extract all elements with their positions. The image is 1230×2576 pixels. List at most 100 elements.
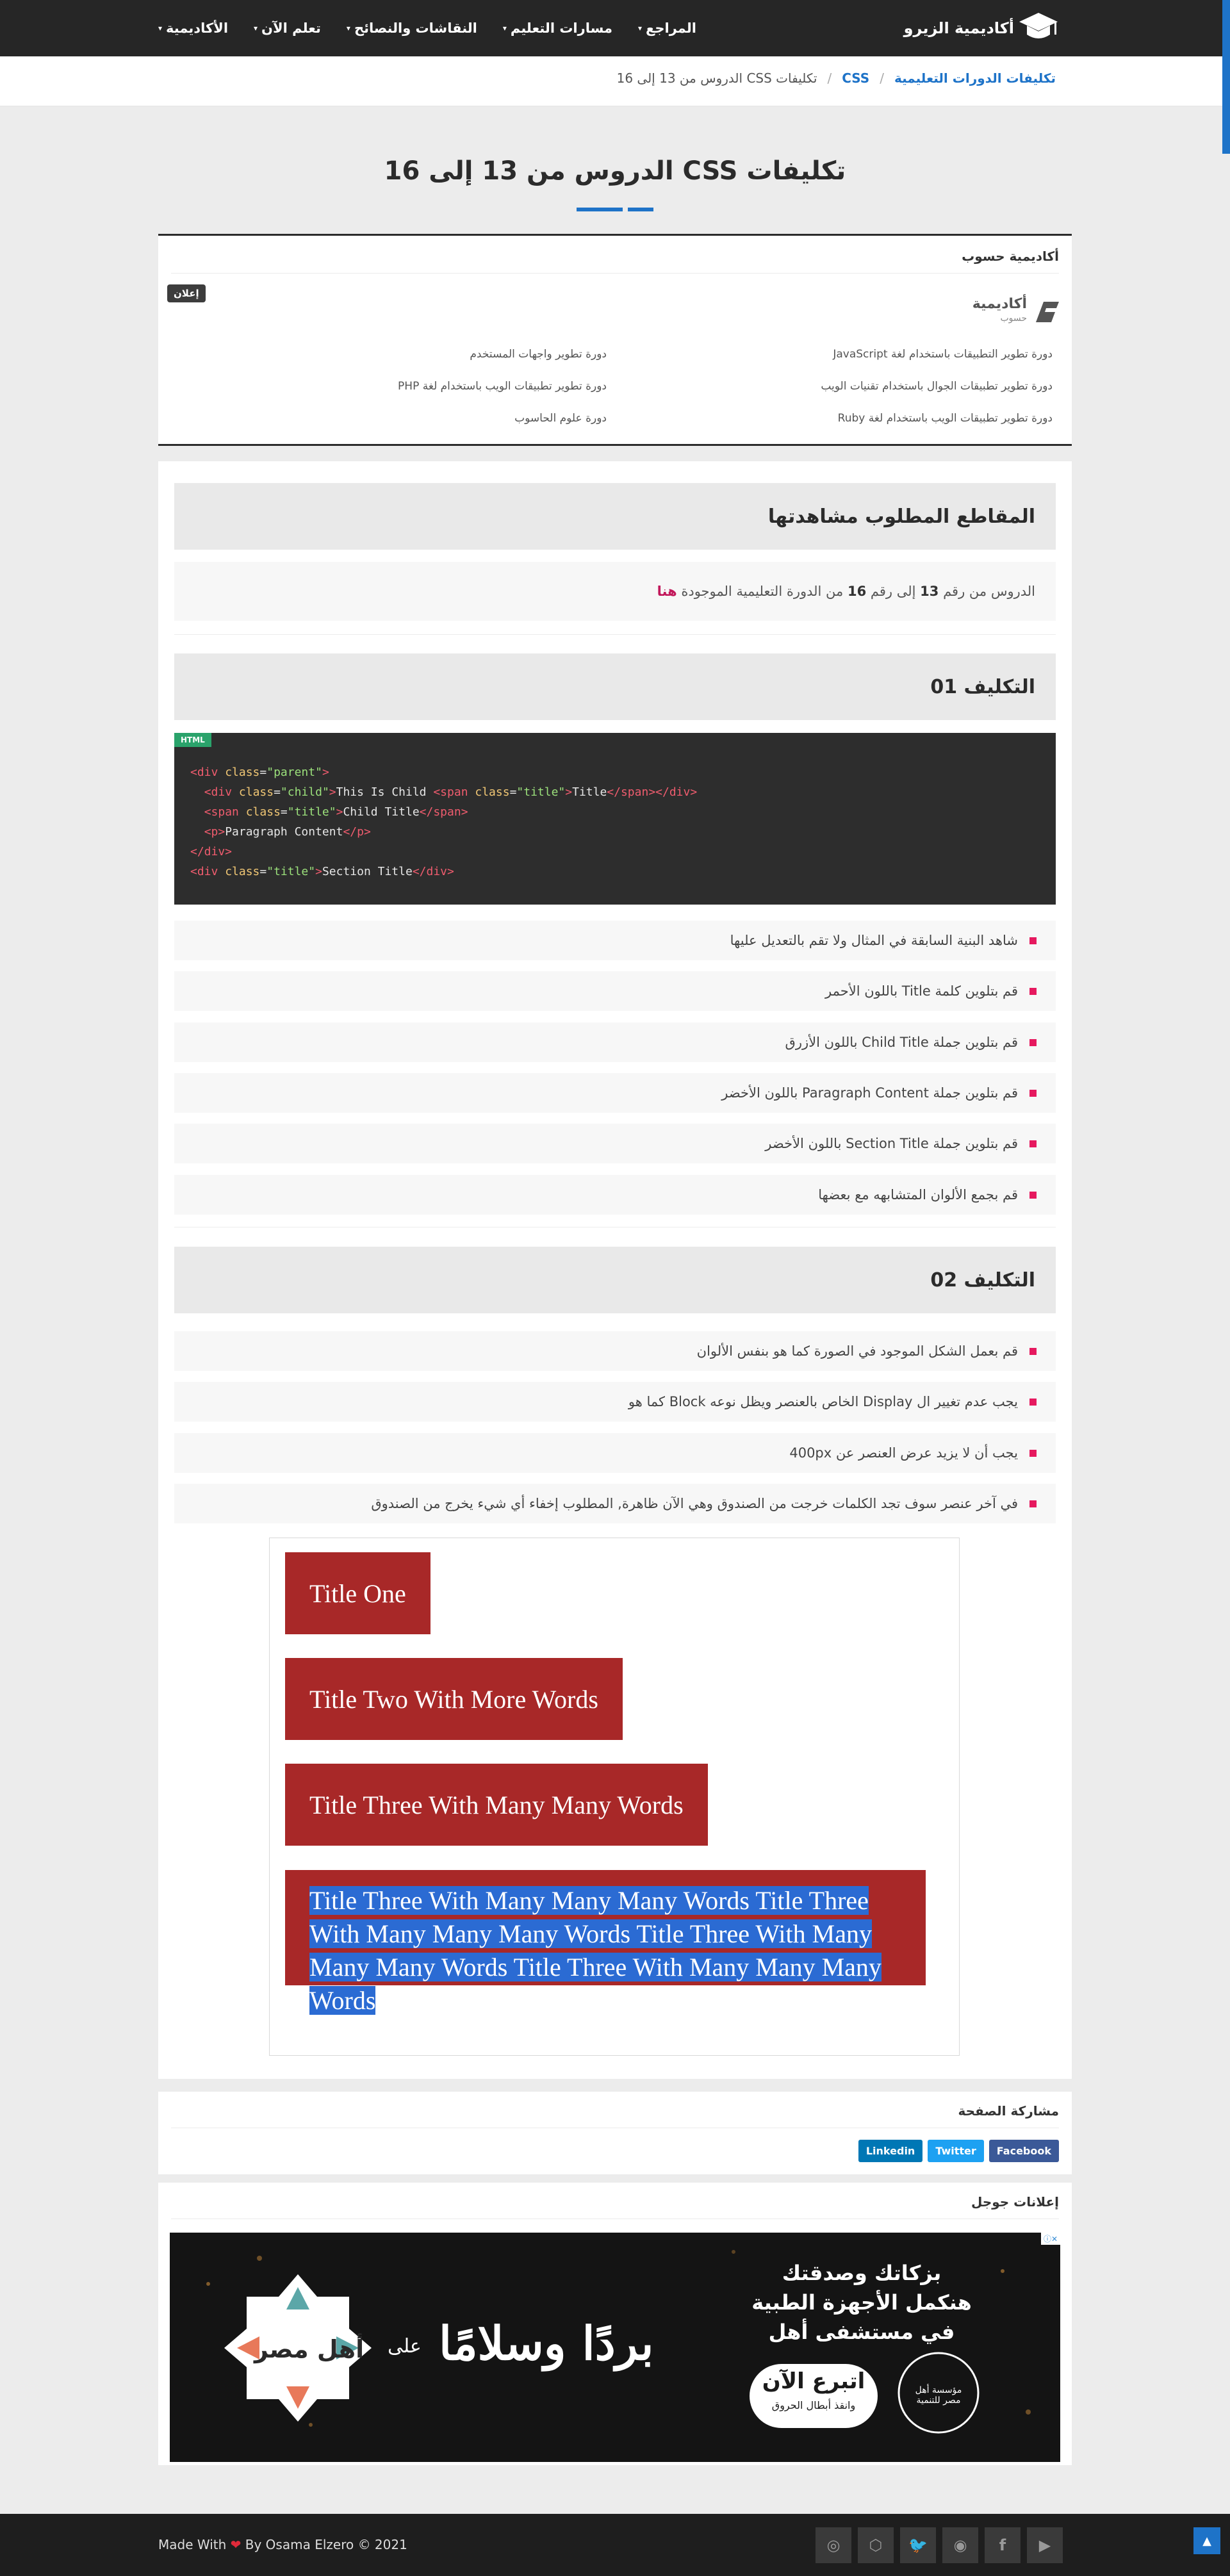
ad-course-link[interactable]: دورة تطوير تطبيقات الويب باستخدام لغة Ru…: [821, 402, 1053, 434]
breadcrumb-separator: /: [827, 70, 832, 86]
breadcrumb-current: تكليفات CSS الدروس من 13 إلى 16: [616, 70, 817, 86]
nav-item-academy[interactable]: الأكاديمية ▾: [158, 21, 228, 36]
site-logo[interactable]: أكاديمية الزيرو: [904, 9, 1059, 47]
divider: [171, 273, 1059, 274]
nav-item-learning-paths[interactable]: مسارات التعليم ▾: [503, 21, 612, 36]
example-title-two: Title Two With More Words: [285, 1658, 623, 1740]
assignment-content: المقاطع المطلوب مشاهدتها الدروس من رقم 1…: [158, 461, 1072, 2079]
task-item: قم بتلوين جملة Paragraph Content باللون …: [174, 1073, 1056, 1113]
task-item: شاهد البنية السابقة في المثال ولا تقم با…: [174, 921, 1056, 960]
social-links: ◎ ⬡ 🐦 ◉ f ▶: [816, 2527, 1063, 2563]
banner-cta-sub: وانقذ أبطال الحروق: [771, 2399, 856, 2411]
share-linkedin-button[interactable]: Linkedin: [858, 2140, 923, 2162]
ad-card-heading: أكاديمية حسوب: [962, 249, 1059, 264]
task-item: قم بعمل الشكل الموجود في الصورة كما هو ب…: [174, 1331, 1056, 1371]
chevron-down-icon: ▾: [502, 24, 507, 33]
banner-on: على: [388, 2335, 422, 2358]
ad-badge: إعلان: [167, 284, 206, 302]
task-item: يجب عدم تغيير ال Display الخاص بالعنصر و…: [174, 1382, 1056, 1422]
ad-course-link[interactable]: دورة تطوير تطبيقات الجوال باستخدام تقنيا…: [821, 370, 1053, 402]
facebook-icon[interactable]: f: [985, 2527, 1021, 2563]
course-link[interactable]: هنا: [657, 584, 677, 599]
ad-links-right: دورة تطوير التطبيقات باستخدام لغة JavaSc…: [821, 338, 1053, 434]
banner-headline: بزكاتك وصدقتك هنكمل الأجهزة الطبية في مس…: [751, 2261, 972, 2344]
ad-course-link[interactable]: دورة تطوير واجهات المستخدم: [398, 338, 607, 370]
bullet-square-icon: [1029, 1191, 1037, 1199]
instagram-icon[interactable]: ◎: [816, 2527, 851, 2563]
hasoub-academy-logo[interactable]: أكاديمية حسوب: [972, 297, 1063, 325]
twitter-icon[interactable]: 🐦: [900, 2527, 936, 2563]
bullet-square-icon: [1029, 1140, 1037, 1147]
google-ads-heading: إعلانات جوجل: [971, 2194, 1059, 2210]
bullet-square-icon: [1029, 937, 1037, 944]
hasoub-logo-sub: حسوب: [1000, 313, 1027, 324]
chevron-down-icon: ▾: [346, 24, 350, 33]
bullet-square-icon: [1029, 987, 1037, 995]
banner-brand: أهل مصر: [254, 2335, 365, 2363]
footer-credits: Made With ❤ By Osama Elzero © 2021: [158, 2537, 407, 2552]
main-menu: الأكاديمية ▾ تعلم الآن ▾ النقاشات والنصائح…: [158, 0, 696, 56]
page-title: تكليفات CSS الدروس من 13 إلى 16: [384, 156, 846, 186]
bullet-square-icon: [1029, 1449, 1037, 1457]
academy-ad-card: أكاديمية حسوب إعلان أكاديمية حسوب دورة ت…: [158, 234, 1072, 446]
bullet-square-icon: [1029, 1347, 1037, 1355]
share-card: مشاركة الصفحة Facebook Twitter Linkedin: [158, 2092, 1072, 2174]
task-item: يجب أن لا يزيد عرض العنصر عن 400px: [174, 1433, 1056, 1473]
nav-item-discussions[interactable]: النقاشات والنصائح ▾: [347, 21, 477, 36]
task-item: قم بتلوين جملة Section Title باللون الأخ…: [174, 1124, 1056, 1163]
chevron-down-icon: ▾: [254, 24, 258, 33]
ad-course-link[interactable]: دورة تطوير تطبيقات الويب باستخدام لغة PH…: [398, 370, 607, 402]
videos-heading: المقاطع المطلوب مشاهدتها: [174, 483, 1056, 550]
bullet-square-icon: [1029, 1089, 1037, 1097]
share-heading: مشاركة الصفحة: [958, 2103, 1060, 2119]
breadcrumb-section-link[interactable]: CSS: [842, 70, 869, 86]
share-facebook-button[interactable]: Facebook: [988, 2140, 1059, 2162]
site-name: أكاديمية الزيرو: [903, 19, 1014, 37]
bullet-square-icon: [1029, 1398, 1037, 1406]
example-title-overflow-text: Title Three With Many Many Many Words Ti…: [309, 1886, 882, 2015]
code-content: <div class="parent"> <div class="child">…: [190, 766, 698, 878]
banner-slogan: بردًا وسلامًا: [439, 2316, 654, 2370]
breadcrumb: تكليفات الدورات التعليمية / CSS / تكليفا…: [0, 56, 1230, 106]
share-twitter-button[interactable]: Twitter: [928, 2140, 984, 2162]
footer: Made With ❤ By Osama Elzero © 2021 ◎ ⬡ 🐦…: [0, 2514, 1230, 2576]
github-icon[interactable]: ◉: [942, 2527, 978, 2563]
task-item: قم بتلوين جملة Child Title باللون الأزرق: [174, 1022, 1056, 1062]
google-ads-card: إعلانات جوجل ⓘ✕ أهل مصر على بردًا وسلامً…: [158, 2183, 1072, 2465]
codepen-icon[interactable]: ⬡: [858, 2527, 894, 2563]
task2-heading: التكليف 02: [174, 1247, 1056, 1313]
nav-item-references[interactable]: المراجع ▾: [638, 21, 696, 36]
divider: [174, 634, 1056, 635]
example-title-one: Title One: [285, 1552, 430, 1634]
example-preview-box: Title One Title Two With More Words Titl…: [269, 1538, 960, 2056]
banner-cta-button[interactable]: اتبرع الآن: [750, 2368, 878, 2394]
chevron-down-icon: ▾: [158, 24, 163, 33]
hasoub-logo-icon: [1036, 302, 1059, 322]
youtube-icon[interactable]: ▶: [1027, 2527, 1063, 2563]
banner-small-logo: مؤسسة أهل مصر للتنمية: [915, 2385, 962, 2406]
code-language-badge: HTML: [174, 733, 211, 747]
title-underline: [577, 208, 653, 211]
task-item: قم بجمع الألوان المتشابهه مع بعضها: [174, 1175, 1056, 1215]
scroll-to-top-button[interactable]: ▲: [1193, 2527, 1220, 2554]
breadcrumb-root-link[interactable]: تكليفات الدورات التعليمية: [894, 70, 1056, 86]
ad-course-link[interactable]: دورة علوم الحاسوب: [398, 402, 607, 434]
ad-links-left: دورة تطوير واجهات المستخدم دورة تطوير تط…: [398, 338, 607, 434]
task-item: في آخر عنصر سوف تجد الكلمات خرجت من الصن…: [174, 1484, 1056, 1523]
heart-icon: ❤: [230, 2537, 242, 2552]
share-buttons: Facebook Twitter Linkedin: [858, 2140, 1059, 2162]
hasoub-logo-text: أكاديمية: [972, 296, 1027, 312]
nav-item-learn-now[interactable]: تعلم الآن ▾: [254, 21, 321, 36]
top-navbar: أكاديمية الزيرو الأكاديمية ▾ تعلم الآن ▾ ا…: [0, 0, 1230, 56]
breadcrumb-separator: /: [880, 70, 884, 86]
task1-heading: التكليف 01: [174, 653, 1056, 720]
example-title-three: Title Three With Many Many Words: [285, 1764, 708, 1846]
donation-ad-banner[interactable]: ⓘ✕ أهل مصر على بردًا وسلامًا بزكاتك وصدق…: [170, 2233, 1060, 2462]
graduation-cap-icon: [1019, 13, 1058, 38]
adchoices-icon[interactable]: ⓘ✕: [1040, 2233, 1060, 2245]
ad-course-link[interactable]: دورة تطوير التطبيقات باستخدام لغة JavaSc…: [821, 338, 1053, 370]
chevron-down-icon: ▾: [637, 24, 643, 33]
scrollbar-thumb[interactable]: [1222, 0, 1230, 154]
code-block: HTML <div class="parent"> <div class="ch…: [174, 733, 1056, 905]
videos-info: الدروس من رقم 13 إلى رقم 16 من الدورة ال…: [174, 562, 1056, 621]
